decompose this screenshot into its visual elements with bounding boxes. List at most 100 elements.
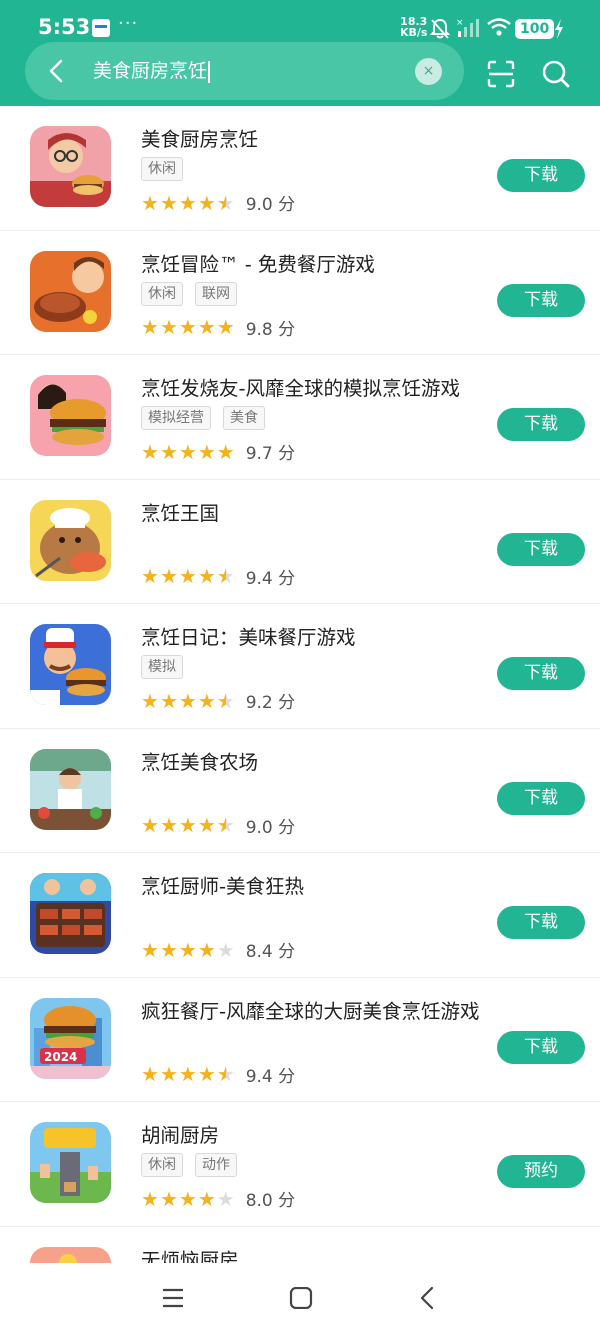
app-icon[interactable] [30, 873, 111, 954]
star-icon: ★ [159, 564, 178, 588]
back-arrow-icon[interactable] [46, 58, 68, 84]
app-icon[interactable]: 2024 [30, 997, 111, 1079]
app-icon[interactable] [30, 1122, 111, 1203]
star-icon: ★ [141, 813, 159, 837]
reserve-button[interactable]: 预约 [497, 1155, 585, 1188]
star-icon: ★ [159, 190, 178, 215]
app-tags: 休闲 [141, 157, 183, 181]
app-list-item[interactable]: 烹饪日记：美味餐厅游戏 模拟 ★ ★ ★ ★ ★ 9.2 分下载 [0, 604, 600, 729]
star-icon: ★ [216, 937, 235, 962]
recent-apps-icon[interactable] [161, 1287, 185, 1309]
notification-app-icon [92, 19, 110, 37]
star-icon: ★ [197, 564, 216, 588]
app-icon[interactable] [30, 250, 111, 332]
app-icon[interactable] [30, 748, 111, 830]
star-icon: ★ [178, 937, 197, 962]
app-list-item[interactable]: 胡闹厨房 休闲 动作 ★ ★ ★ ★ ★ 8.0 分预约 [0, 1102, 600, 1227]
app-tag: 休闲 [141, 281, 183, 306]
download-button[interactable]: 下载 [497, 1030, 585, 1064]
star-icon: ★ [197, 688, 216, 713]
app-tags: 休闲 动作 [141, 1153, 237, 1177]
app-title[interactable]: 烹饪美食农场 [141, 746, 258, 775]
download-button[interactable]: 下载 [497, 781, 585, 815]
app-rating: ★ ★ ★ ★ ★ 8.0 分 [141, 1186, 296, 1212]
download-button[interactable]: 下载 [497, 532, 585, 566]
scan-icon[interactable] [486, 59, 516, 89]
app-icon[interactable] [30, 624, 111, 705]
app-score: 9.0 分 [245, 195, 296, 215]
app-list-item[interactable]: 烹饪王国 ★ ★ ★ ★ ★ 9.4 分下载 [0, 480, 600, 604]
download-button[interactable]: 下载 [497, 906, 585, 939]
app-tag: 模拟经营 [141, 406, 211, 430]
app-rating: ★ ★ ★ ★ ★ 8.4 分 [141, 937, 296, 963]
app-title[interactable]: 烹饪厨师-美食狂热 [141, 870, 304, 899]
star-icon: ★ [197, 315, 216, 339]
app-tag: 联网 [195, 281, 237, 306]
app-tags: 模拟 [141, 655, 183, 679]
star-icon: ★ [178, 315, 197, 339]
app-list-item[interactable]: 烹饪发烧友-风靡全球的模拟烹饪游戏 模拟经营 美食 ★ ★ ★ ★ ★ 9.7 分下载 [0, 355, 600, 480]
download-button[interactable]: 下载 [497, 408, 585, 441]
search-icon[interactable] [541, 59, 571, 89]
app-score: 8.0 分 [245, 1191, 296, 1211]
app-rating: ★ ★ ★ ★ ★ 9.0 分 [141, 813, 295, 838]
star-icon: ★ [141, 315, 159, 339]
app-list-item[interactable]: 烹饪美食农场 ★ ★ ★ ★ ★ 9.0 分 下载 [0, 729, 600, 853]
download-button[interactable]: 下载 [497, 159, 585, 192]
download-button[interactable]: 下载 [497, 657, 585, 690]
app-icon[interactable] [30, 126, 111, 207]
star-icon: ★ [159, 439, 178, 464]
star-icon: ★ [178, 190, 197, 215]
star-icon: ★ [216, 439, 235, 464]
app-icon[interactable] [30, 499, 111, 581]
app-tag: 美食 [223, 406, 265, 430]
app-tags: 模拟经营 美食 [141, 406, 265, 430]
download-button[interactable]: 下载 [497, 283, 585, 317]
status-time: 5:53 [38, 15, 91, 39]
star-icon: ★ [178, 439, 197, 464]
star-icon: ★ [159, 1186, 178, 1211]
app-title[interactable]: 烹饪发烧友-风靡全球的模拟烹饪游戏 [141, 372, 460, 401]
app-score: 8.4 分 [245, 942, 296, 962]
star-icon: ★ [141, 688, 159, 713]
star-icon: ★ [216, 564, 235, 588]
star-icon: ★ [178, 1186, 197, 1211]
app-title[interactable]: 烹饪日记：美味餐厅游戏 [141, 621, 356, 650]
app-rating: ★ ★ ★ ★ ★ 9.8 分 [141, 315, 295, 340]
clear-search-button[interactable]: × [415, 58, 442, 85]
star-icon: ★ [197, 190, 216, 215]
battery-indicator: 100 [515, 19, 555, 39]
search-bar[interactable] [25, 42, 464, 100]
star-icon: ★ [197, 439, 216, 464]
app-title[interactable]: 烹饪冒险™ - 免费餐厅游戏 [141, 248, 375, 277]
network-speed: 18.3 KB/s [400, 16, 427, 38]
star-icon: ★ [197, 813, 216, 837]
app-title[interactable]: 烹饪王国 [141, 497, 219, 526]
star-icon: ★ [159, 1062, 178, 1086]
app-list-item[interactable]: 美食厨房烹饪 休闲 ★ ★ ★ ★ ★ 9.0 分下载 [0, 106, 600, 231]
star-icon: ★ [141, 1062, 159, 1086]
home-icon[interactable] [289, 1287, 313, 1309]
star-icon: ★ [197, 1062, 216, 1086]
app-icon[interactable] [30, 375, 111, 456]
app-list-item[interactable]: 烹饪厨师-美食狂热 ★ ★ ★ ★ ★ 8.4 分下载 [0, 853, 600, 978]
app-score: 9.4 分 [245, 1066, 296, 1087]
app-tag: 模拟 [141, 655, 183, 679]
app-title[interactable]: 美食厨房烹饪 [141, 123, 258, 152]
system-nav-bar [0, 1263, 600, 1333]
star-icon: ★ [216, 813, 235, 837]
status-bar: 5:53 ··· 18.3 KB/s × 100 [0, 0, 600, 40]
app-list-item[interactable]: 烹饪冒险™ - 免费餐厅游戏休闲 联网 ★ ★ ★ ★ ★ 9.8 分 下载 [0, 231, 600, 355]
search-input[interactable]: 美食厨房烹饪 [93, 58, 211, 84]
nav-back-icon[interactable] [418, 1286, 438, 1310]
wifi-icon [487, 18, 511, 36]
star-icon: ★ [159, 937, 178, 962]
app-list-item[interactable]: 2024 疯狂餐厅-风靡全球的大厨美食烹饪游戏 ★ ★ ★ ★ ★ 9.4 分下载 [0, 978, 600, 1102]
network-speed-unit: KB/s [400, 26, 428, 39]
star-icon: ★ [178, 688, 197, 713]
star-icon: ★ [216, 1186, 235, 1211]
app-title[interactable]: 胡闹厨房 [141, 1119, 219, 1148]
app-title[interactable]: 疯狂餐厅-风靡全球的大厨美食烹饪游戏 [141, 995, 480, 1024]
signal-icon: × [456, 18, 479, 37]
star-icon: ★ [159, 315, 178, 339]
